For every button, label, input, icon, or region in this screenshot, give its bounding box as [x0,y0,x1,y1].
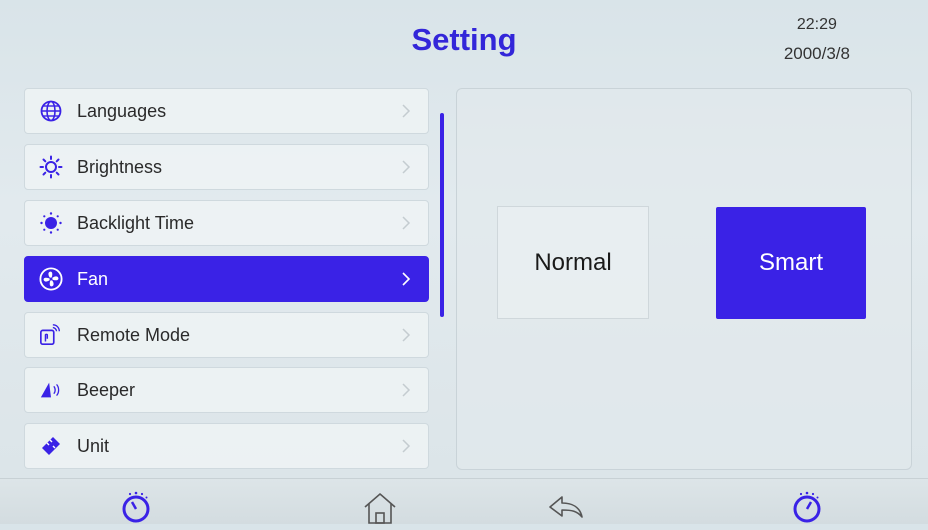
menu-item-remote-mode[interactable]: Remote Mode [24,312,429,358]
bottom-nav-bar [0,478,928,524]
timer-icon[interactable] [789,489,825,525]
menu-item-unit[interactable]: Unit [24,423,429,469]
menu-item-label: Remote Mode [77,324,191,345]
remote-icon [39,323,63,347]
chevron-right-icon [398,103,414,119]
menu-item-fan[interactable]: Fan [24,256,429,302]
timer-icon[interactable] [118,489,154,525]
chevron-right-icon [398,327,414,343]
clock-time: 22:29 [796,16,837,33]
fan-icon [39,267,63,291]
home-icon[interactable] [362,489,398,525]
menu-item-label: Fan [77,268,109,289]
clock-date: 2000/3/8 [783,44,850,63]
menu-item-brightness[interactable]: Brightness [24,144,429,190]
chevron-right-icon [398,215,414,231]
menu-item-backlight-time[interactable]: Backlight Time [24,200,429,246]
chevron-right-icon [398,382,414,398]
back-icon[interactable] [546,489,583,525]
sun-icon [39,155,63,179]
chevron-right-icon [398,271,414,287]
chevron-right-icon [398,438,414,454]
ruler-icon [39,434,63,458]
speaker-icon [39,378,63,402]
top-bar: Setting 22:29 2000/3/8 [0,0,928,80]
menu-item-label: Brightness [77,156,163,177]
menu-item-label: Unit [77,435,110,456]
globe-icon [39,99,63,123]
backlight-icon [39,211,63,235]
menu-item-label: Backlight Time [77,212,195,233]
menu-item-label: Beeper [77,379,136,400]
chevron-right-icon [398,159,414,175]
menu-item-beeper[interactable]: Beeper [24,367,429,413]
clock: 22:29 2000/3/8 [784,16,850,64]
fan-normal-button[interactable]: Normal [497,206,649,319]
fan-smart-button[interactable]: Smart [716,207,866,319]
menu-scrollbar[interactable] [440,113,444,317]
menu-item-label: Languages [77,100,167,121]
menu-item-languages[interactable]: Languages [24,88,429,134]
